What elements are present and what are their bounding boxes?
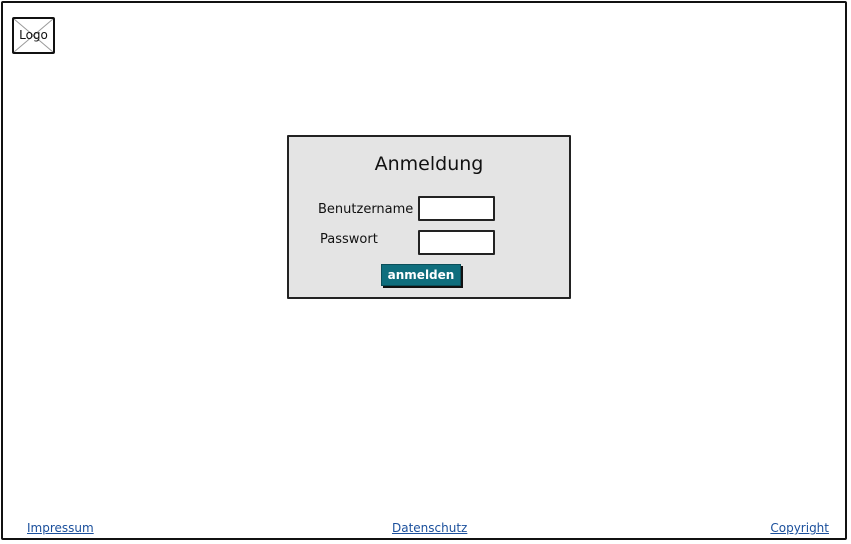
- password-input[interactable]: [418, 230, 495, 255]
- footer-link-impressum[interactable]: Impressum: [27, 521, 94, 535]
- username-input[interactable]: [418, 196, 495, 221]
- login-button[interactable]: anmelden: [381, 264, 461, 286]
- footer-link-datenschutz[interactable]: Datenschutz: [392, 521, 467, 535]
- footer-link-copyright[interactable]: Copyright: [770, 521, 829, 535]
- login-title: Anmeldung: [374, 153, 484, 175]
- login-panel: Anmeldung Benutzername Passwort anmelden: [287, 135, 571, 299]
- password-label: Passwort: [320, 232, 378, 247]
- username-label: Benutzername: [318, 202, 414, 217]
- logo[interactable]: Logo: [12, 17, 55, 54]
- logo-text: Logo: [19, 28, 48, 42]
- page-frame: Logo Anmeldung Benutzername Passwort anm…: [1, 1, 847, 540]
